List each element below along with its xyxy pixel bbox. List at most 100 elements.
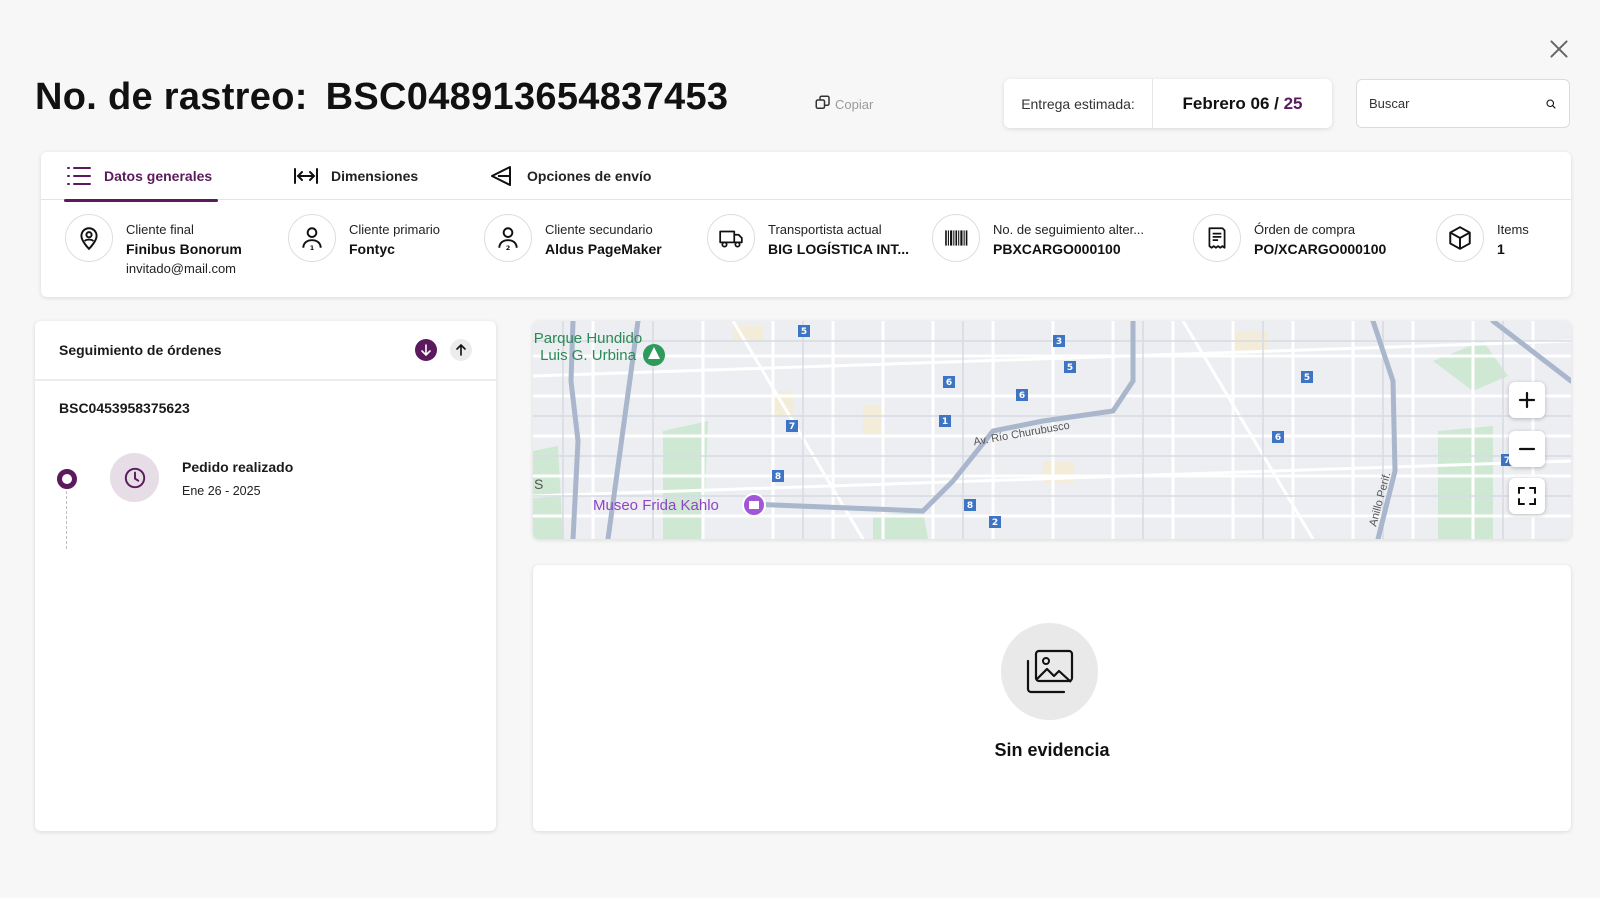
zoom-in-button[interactable]	[1509, 382, 1545, 418]
send-icon	[491, 166, 511, 186]
svg-text:5: 5	[1067, 363, 1073, 373]
svg-text:6: 6	[946, 378, 952, 388]
field-final-client: Cliente final Finibus Bonorum invitado@mai…	[65, 214, 242, 278]
tab-label: Opciones de envío	[527, 168, 652, 184]
tab-bar: Datos generales Dimensiones Opciones de …	[41, 152, 1571, 202]
tracking-title: Seguimiento de órdenes	[59, 342, 222, 358]
field-label: Items	[1497, 222, 1529, 237]
tab-shipping-options[interactable]: Opciones de envío	[489, 152, 651, 200]
svg-text:5: 5	[1304, 373, 1310, 383]
user-1-icon: 1	[302, 227, 322, 251]
field-icon-wrap	[707, 214, 755, 262]
svg-text:2: 2	[506, 244, 511, 251]
search-input[interactable]	[1369, 96, 1545, 111]
field-value: PBXCARGO000100	[993, 241, 1121, 257]
delivery-date: Febrero 06 / 25	[1153, 94, 1332, 114]
map-park-label: Parque Hundido Luis G. Urbina	[533, 330, 643, 364]
fullscreen-icon	[1518, 487, 1536, 505]
svg-text:2: 2	[992, 518, 998, 528]
field-label: Cliente secundario	[545, 222, 653, 237]
field-value: 1	[1497, 241, 1505, 257]
plus-icon	[1518, 391, 1536, 409]
list-icon	[67, 167, 91, 185]
svg-text:1: 1	[942, 417, 948, 427]
svg-text:6: 6	[1019, 391, 1025, 401]
zoom-out-button[interactable]	[1509, 431, 1545, 467]
general-info-card: Datos generales Dimensiones Opciones de …	[41, 152, 1571, 297]
field-label: Órden de compra	[1254, 222, 1356, 237]
delivery-label: Entrega estimada:	[1004, 79, 1153, 128]
field-label: Cliente final	[126, 222, 194, 237]
delivery-year: 25	[1283, 93, 1303, 113]
sort-descending-button[interactable]	[415, 339, 437, 361]
order-number: BSC0453958375623	[59, 400, 190, 416]
field-icon-wrap	[65, 214, 113, 262]
arrow-up-icon	[456, 343, 466, 356]
copy-label: Copiar	[835, 97, 874, 112]
timeline-dot	[57, 469, 77, 489]
search-box	[1356, 79, 1570, 128]
map-view[interactable]: 5 3 5 6 6 1 7 8 8 2 5 6 7 Parque Hundido…	[533, 321, 1571, 539]
location-pin-icon	[80, 227, 98, 251]
svg-text:8: 8	[775, 472, 781, 482]
evidence-icon-wrap	[1001, 623, 1098, 720]
field-icon-wrap	[1193, 214, 1241, 262]
field-icon-wrap: 1	[288, 214, 336, 262]
svg-text:7: 7	[789, 422, 795, 432]
copy-button[interactable]: Copiar	[814, 94, 873, 112]
fullscreen-button[interactable]	[1509, 478, 1545, 514]
truck-icon	[719, 230, 743, 248]
receipt-icon	[1208, 227, 1226, 249]
field-value: Finibus Bonorum	[126, 241, 242, 257]
tab-general-data[interactable]: Datos generales	[63, 152, 219, 202]
clock-icon	[124, 467, 145, 488]
event-title: Pedido realizado	[182, 459, 294, 475]
svg-text:3: 3	[1056, 337, 1062, 347]
no-evidence-text: Sin evidencia	[994, 740, 1110, 760]
minus-icon	[1518, 447, 1536, 451]
evidence-panel: Sin evidencia	[533, 565, 1571, 831]
sort-ascending-button[interactable]	[450, 339, 472, 361]
field-label: Transportista actual	[768, 222, 882, 237]
event-icon-wrap	[110, 453, 159, 502]
field-email: invitado@mail.com	[126, 261, 237, 276]
info-fields: Cliente final Finibus Bonorum invitado@mai…	[41, 200, 1571, 296]
page-title: No. de rastreo: BSC0489136548374​53	[35, 76, 728, 119]
field-primary-client: 1 Cliente primario Fontyc	[288, 214, 440, 262]
arrow-down-icon	[421, 344, 431, 357]
field-carrier: Transportista actual BIG LOGÍSTICA INT...	[707, 214, 909, 262]
order-tracking-panel: Seguimiento de órdenes BSC0453958375623 …	[35, 321, 496, 831]
field-value: Fontyc	[349, 241, 395, 257]
field-label: No. de seguimiento alter...	[993, 222, 1145, 237]
tab-label: Dimensiones	[331, 168, 419, 184]
field-value: BIG LOGÍSTICA INT...	[768, 241, 910, 257]
svg-text:5: 5	[801, 327, 807, 337]
field-secondary-client: 2 Cliente secundario Aldus PageMaker	[484, 214, 662, 262]
search-icon[interactable]	[1545, 93, 1557, 115]
svg-text:1: 1	[310, 244, 315, 251]
field-value: PO/XCARGO000100	[1254, 241, 1387, 257]
box-icon	[1449, 226, 1471, 250]
map-edge-label: S	[534, 476, 544, 492]
field-items: Items 1	[1436, 214, 1529, 262]
tab-label: Datos generales	[104, 168, 213, 184]
event-date: Ene 26 - 2025	[182, 484, 261, 498]
title-label: No. de rastreo:	[35, 76, 308, 118]
field-alt-tracking: No. de seguimiento alter... PBXCARGO00010…	[932, 214, 1144, 262]
delivery-month-day: Febrero 06 /	[1182, 93, 1279, 113]
tracking-number: BSC0489136548374​53	[325, 76, 729, 118]
dimensions-icon	[294, 168, 318, 184]
timeline-line	[66, 491, 67, 549]
svg-text:8: 8	[967, 501, 973, 511]
field-icon-wrap	[1436, 214, 1484, 262]
field-value: Aldus PageMaker	[545, 241, 662, 257]
map-museum-label: Museo Frida Kahlo	[593, 497, 719, 514]
field-label: Cliente primario	[349, 222, 441, 237]
field-icon-wrap: 2	[484, 214, 532, 262]
svg-text:6: 6	[1275, 433, 1281, 443]
close-button[interactable]	[1546, 36, 1572, 62]
field-purchase-order: Órden de compra PO/XCARGO000100	[1193, 214, 1386, 262]
tab-dimensions[interactable]: Dimensiones	[293, 152, 418, 200]
field-icon-wrap	[932, 214, 980, 262]
image-gallery-icon	[1026, 649, 1073, 693]
